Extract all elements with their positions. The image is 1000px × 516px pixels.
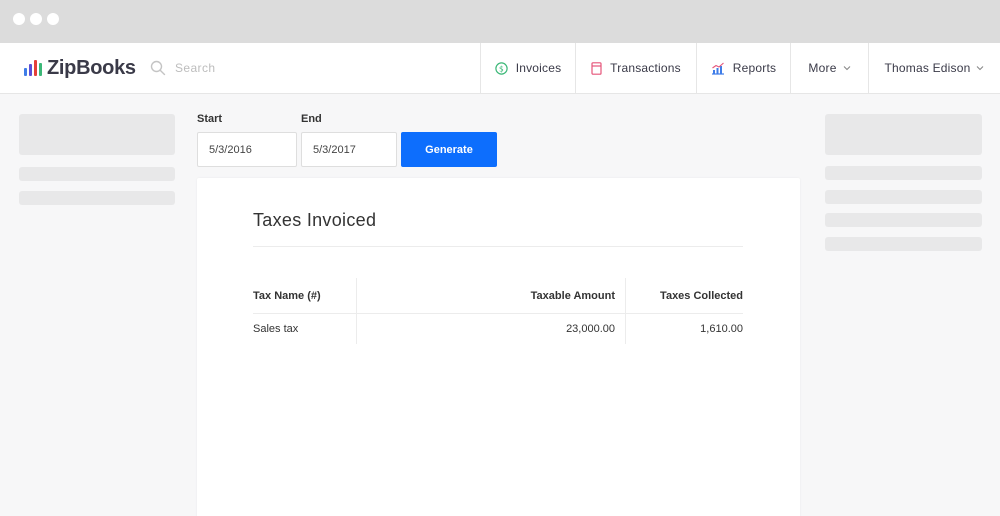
search-box[interactable] <box>150 56 355 80</box>
window-maximize-dot[interactable] <box>47 13 59 25</box>
col-header-taxes-collected: Taxes Collected <box>625 278 743 313</box>
window-close-dot[interactable] <box>13 13 25 25</box>
window-minimize-dot[interactable] <box>30 13 42 25</box>
chevron-down-icon <box>977 66 984 71</box>
left-sidebar-placeholder-block <box>19 114 175 155</box>
end-date-label: End <box>301 113 322 125</box>
logo-bars-icon <box>24 60 42 76</box>
table-row: Sales tax 23,000.00 1,610.00 <box>253 314 743 344</box>
start-date-label: Start <box>197 113 223 125</box>
nav-invoices[interactable]: $ Invoices <box>480 43 575 93</box>
right-sidebar-placeholder-line <box>825 166 982 180</box>
chevron-down-icon <box>843 66 850 71</box>
right-sidebar-placeholder-line <box>825 213 982 227</box>
left-sidebar-placeholder-line <box>19 167 175 181</box>
taxes-table: Tax Name (#) Taxable Amount Taxes Collec… <box>253 278 743 344</box>
brand-logo[interactable]: ZipBooks <box>24 56 136 80</box>
ledger-icon <box>591 61 602 75</box>
tax-name-cell: Sales tax <box>253 323 299 335</box>
dollar-circle-icon: $ <box>494 61 508 75</box>
right-sidebar-placeholder-line <box>825 237 982 251</box>
generate-button[interactable]: Generate <box>401 132 497 167</box>
start-date-input[interactable] <box>197 132 297 167</box>
nav-reports-label: Reports <box>732 61 777 75</box>
title-divider <box>253 246 743 247</box>
user-name: Thomas Edison <box>884 61 971 75</box>
end-date-input[interactable] <box>301 132 397 167</box>
left-sidebar-placeholder-line <box>19 191 175 205</box>
col-header-tax-name: Tax Name (#) <box>253 290 321 302</box>
user-menu[interactable]: Thomas Edison <box>868 43 1000 93</box>
taxable-amount-cell: 23,000.00 <box>356 314 625 344</box>
search-input[interactable] <box>175 61 355 75</box>
taxes-collected-cell: 1,610.00 <box>625 314 743 344</box>
nav-reports[interactable]: Reports <box>696 43 790 93</box>
chart-icon <box>711 62 724 75</box>
nav-transactions[interactable]: Transactions <box>575 43 696 93</box>
right-sidebar-placeholder-block <box>825 114 982 155</box>
top-navbar: ZipBooks $ Invoices Transactions Report <box>0 43 1000 94</box>
brand-name: ZipBooks <box>47 56 136 79</box>
right-sidebar-placeholder-line <box>825 190 982 204</box>
nav-transactions-label: Transactions <box>610 61 681 75</box>
report-title: Taxes Invoiced <box>253 210 377 230</box>
table-header-row: Tax Name (#) Taxable Amount Taxes Collec… <box>253 278 743 314</box>
nav-invoices-label: Invoices <box>515 61 562 75</box>
nav-more[interactable]: More <box>790 43 868 93</box>
window-titlebar <box>0 0 1000 43</box>
search-icon <box>150 60 166 76</box>
nav-more-label: More <box>808 61 837 75</box>
svg-text:$: $ <box>499 64 504 73</box>
report-card: Taxes Invoiced Tax Name (#) Taxable Amou… <box>197 178 800 516</box>
col-header-taxable-amount: Taxable Amount <box>356 278 625 313</box>
